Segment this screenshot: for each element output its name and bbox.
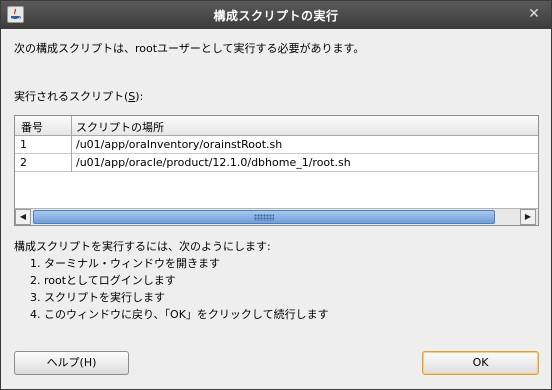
row-number: 2 bbox=[20, 156, 27, 169]
ok-button[interactable]: OK bbox=[422, 351, 539, 375]
help-button[interactable]: ヘルプ(H) bbox=[14, 351, 129, 375]
column-header-location[interactable]: スクリプトの場所 bbox=[76, 119, 164, 135]
dialog-window: 構成スクリプトの実行 ✕ 次の構成スクリプトは、rootユーザーとして実行する必… bbox=[0, 0, 552, 390]
instructions-list: 1. ターミナル・ウィンドウを開きます 2. rootとしてログインします 3.… bbox=[30, 255, 329, 323]
close-icon[interactable]: ✕ bbox=[525, 5, 543, 23]
scrollbar-thumb[interactable] bbox=[33, 210, 495, 224]
instructions-heading: 構成スクリプトを実行するには、次のようにします: bbox=[14, 240, 271, 253]
table-row[interactable]: 1 /u01/app/oraInventory/orainstRoot.sh bbox=[15, 136, 538, 154]
scripts-list-label-text: 実行されるスクリプト( bbox=[14, 90, 129, 103]
row-number: 1 bbox=[20, 138, 27, 151]
title-bar[interactable]: 構成スクリプトの実行 ✕ bbox=[1, 1, 551, 29]
list-item: 1. ターミナル・ウィンドウを開きます bbox=[30, 257, 220, 270]
row-script-path: /u01/app/oraInventory/orainstRoot.sh bbox=[76, 138, 283, 151]
horizontal-scrollbar[interactable]: ◀ ▶ bbox=[15, 208, 538, 225]
scripts-list-label-suffix: ): bbox=[135, 90, 144, 103]
table-header: 番号 スクリプトの場所 bbox=[15, 116, 538, 136]
scripts-list-label: 実行されるスクリプト(S): bbox=[14, 88, 143, 104]
scrollbar-grip-icon bbox=[254, 214, 274, 221]
column-divider bbox=[71, 116, 72, 172]
scroll-right-icon[interactable]: ▶ bbox=[520, 209, 536, 225]
list-item: 2. rootとしてログインします bbox=[30, 274, 176, 287]
intro-text: 次の構成スクリプトは、rootユーザーとして実行する必要があります。 bbox=[14, 42, 365, 55]
list-item: 4. このウィンドウに戻り、「OK」をクリックして続行します bbox=[30, 308, 329, 321]
scroll-left-icon[interactable]: ◀ bbox=[15, 209, 31, 225]
list-item: 3. スクリプトを実行します bbox=[30, 291, 165, 304]
row-script-path: /u01/app/oracle/product/12.1.0/dbhome_1/… bbox=[76, 156, 351, 169]
scripts-table[interactable]: 番号 スクリプトの場所 1 /u01/app/oraInventory/orai… bbox=[14, 115, 539, 226]
table-row[interactable]: 2 /u01/app/oracle/product/12.1.0/dbhome_… bbox=[15, 154, 538, 172]
window-title: 構成スクリプトの実行 bbox=[213, 9, 339, 23]
column-header-number[interactable]: 番号 bbox=[21, 119, 43, 135]
